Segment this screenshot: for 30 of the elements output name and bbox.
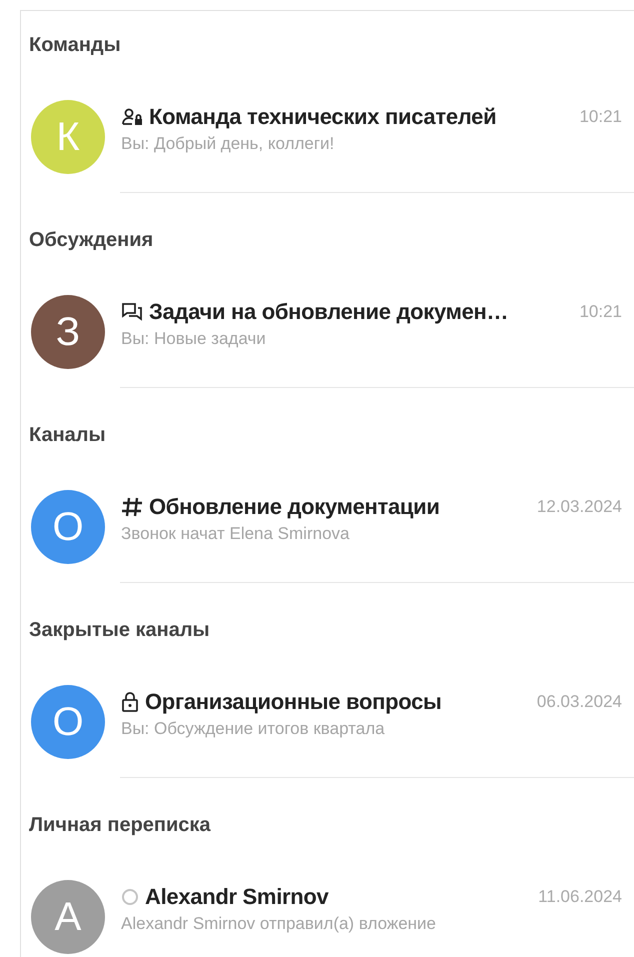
avatar: А xyxy=(31,880,105,954)
chat-name[interactable]: Организационные вопросы xyxy=(145,689,442,715)
lock-icon xyxy=(121,691,139,713)
section-header: Команды xyxy=(28,33,121,58)
hash-icon xyxy=(121,496,143,518)
chat-bubbles-icon xyxy=(121,302,143,322)
message-preview: Вы: Обсуждение итогов квартала xyxy=(121,719,385,739)
message-preview: Звонок начат Elena Smirnova xyxy=(121,524,350,544)
chat-name[interactable]: Обновление документации xyxy=(149,494,440,520)
chat-time: 11.06.2024 xyxy=(537,887,623,907)
message-preview: Вы: Добрый день, коллеги! xyxy=(121,134,334,154)
chat-time: 10:21 xyxy=(578,107,623,127)
avatar: О xyxy=(31,490,105,564)
chat-time: 10:21 xyxy=(578,302,623,322)
section-header: Обсуждения xyxy=(28,228,154,253)
avatar: О xyxy=(31,685,105,759)
section-header: Закрытые каналы xyxy=(28,618,210,643)
message-preview: Alexandr Smirnov отправил(а) вложение xyxy=(121,914,436,934)
status-circle-icon xyxy=(121,888,139,906)
section-header: Личная переписка xyxy=(28,813,211,838)
message-preview: Вы: Новые задачи xyxy=(121,329,266,349)
avatar: К xyxy=(31,100,105,174)
chat-name[interactable]: Задачи на обновление докумен… xyxy=(149,299,508,325)
chat-time: 12.03.2024 xyxy=(536,497,623,517)
avatar: З xyxy=(31,295,105,369)
chat-time: 06.03.2024 xyxy=(536,692,623,712)
section-header: Каналы xyxy=(28,423,106,448)
chat-name[interactable]: Команда технических писателей xyxy=(149,104,496,130)
group-lock-icon xyxy=(121,107,143,127)
chat-name[interactable]: Alexandr Smirnov xyxy=(145,884,328,910)
